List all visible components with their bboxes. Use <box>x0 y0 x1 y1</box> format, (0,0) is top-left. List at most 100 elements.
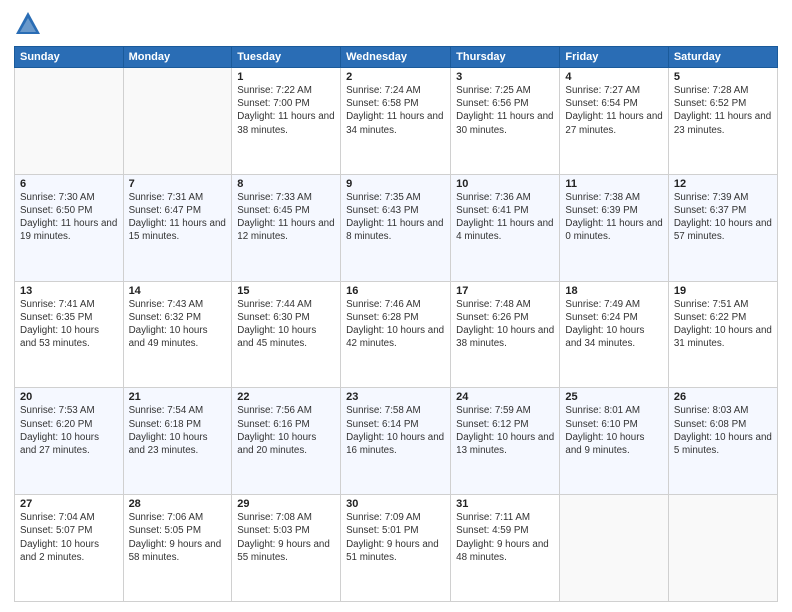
calendar-cell: 19Sunrise: 7:51 AM Sunset: 6:22 PM Dayli… <box>668 281 777 388</box>
day-number: 18 <box>565 285 662 297</box>
day-info: Sunrise: 7:54 AM Sunset: 6:18 PM Dayligh… <box>129 404 227 457</box>
week-row-1: 1Sunrise: 7:22 AM Sunset: 7:00 PM Daylig… <box>15 68 778 175</box>
day-number: 21 <box>129 391 227 403</box>
day-info: Sunrise: 7:28 AM Sunset: 6:52 PM Dayligh… <box>674 84 772 137</box>
day-info: Sunrise: 7:36 AM Sunset: 6:41 PM Dayligh… <box>456 191 554 244</box>
weekday-tuesday: Tuesday <box>232 47 341 68</box>
calendar-cell: 29Sunrise: 7:08 AM Sunset: 5:03 PM Dayli… <box>232 495 341 602</box>
calendar-table: SundayMondayTuesdayWednesdayThursdayFrid… <box>14 46 778 602</box>
calendar-cell <box>15 68 124 175</box>
logo <box>14 10 46 38</box>
day-number: 5 <box>674 71 772 83</box>
day-number: 20 <box>20 391 118 403</box>
day-number: 17 <box>456 285 554 297</box>
day-number: 22 <box>237 391 335 403</box>
day-info: Sunrise: 7:06 AM Sunset: 5:05 PM Dayligh… <box>129 511 227 564</box>
day-number: 25 <box>565 391 662 403</box>
day-info: Sunrise: 7:09 AM Sunset: 5:01 PM Dayligh… <box>346 511 445 564</box>
calendar-cell: 9Sunrise: 7:35 AM Sunset: 6:43 PM Daylig… <box>341 174 451 281</box>
calendar-cell: 20Sunrise: 7:53 AM Sunset: 6:20 PM Dayli… <box>15 388 124 495</box>
calendar-cell: 10Sunrise: 7:36 AM Sunset: 6:41 PM Dayli… <box>451 174 560 281</box>
day-number: 4 <box>565 71 662 83</box>
day-info: Sunrise: 7:46 AM Sunset: 6:28 PM Dayligh… <box>346 298 445 351</box>
day-number: 16 <box>346 285 445 297</box>
calendar-cell: 31Sunrise: 7:11 AM Sunset: 4:59 PM Dayli… <box>451 495 560 602</box>
day-info: Sunrise: 7:25 AM Sunset: 6:56 PM Dayligh… <box>456 84 554 137</box>
day-info: Sunrise: 7:51 AM Sunset: 6:22 PM Dayligh… <box>674 298 772 351</box>
calendar-cell: 15Sunrise: 7:44 AM Sunset: 6:30 PM Dayli… <box>232 281 341 388</box>
day-number: 28 <box>129 498 227 510</box>
calendar-cell: 11Sunrise: 7:38 AM Sunset: 6:39 PM Dayli… <box>560 174 668 281</box>
day-number: 10 <box>456 178 554 190</box>
day-info: Sunrise: 7:35 AM Sunset: 6:43 PM Dayligh… <box>346 191 445 244</box>
day-info: Sunrise: 7:44 AM Sunset: 6:30 PM Dayligh… <box>237 298 335 351</box>
day-info: Sunrise: 7:11 AM Sunset: 4:59 PM Dayligh… <box>456 511 554 564</box>
day-info: Sunrise: 7:24 AM Sunset: 6:58 PM Dayligh… <box>346 84 445 137</box>
day-number: 11 <box>565 178 662 190</box>
day-number: 14 <box>129 285 227 297</box>
day-info: Sunrise: 7:33 AM Sunset: 6:45 PM Dayligh… <box>237 191 335 244</box>
calendar-cell: 2Sunrise: 7:24 AM Sunset: 6:58 PM Daylig… <box>341 68 451 175</box>
day-number: 15 <box>237 285 335 297</box>
day-info: Sunrise: 8:01 AM Sunset: 6:10 PM Dayligh… <box>565 404 662 457</box>
day-number: 7 <box>129 178 227 190</box>
calendar-cell <box>668 495 777 602</box>
weekday-wednesday: Wednesday <box>341 47 451 68</box>
calendar-cell: 21Sunrise: 7:54 AM Sunset: 6:18 PM Dayli… <box>123 388 232 495</box>
weekday-saturday: Saturday <box>668 47 777 68</box>
weekday-thursday: Thursday <box>451 47 560 68</box>
day-number: 31 <box>456 498 554 510</box>
weekday-monday: Monday <box>123 47 232 68</box>
day-number: 12 <box>674 178 772 190</box>
day-info: Sunrise: 7:38 AM Sunset: 6:39 PM Dayligh… <box>565 191 662 244</box>
weekday-friday: Friday <box>560 47 668 68</box>
day-number: 9 <box>346 178 445 190</box>
day-info: Sunrise: 7:39 AM Sunset: 6:37 PM Dayligh… <box>674 191 772 244</box>
day-info: Sunrise: 7:31 AM Sunset: 6:47 PM Dayligh… <box>129 191 227 244</box>
day-info: Sunrise: 7:53 AM Sunset: 6:20 PM Dayligh… <box>20 404 118 457</box>
calendar-cell: 22Sunrise: 7:56 AM Sunset: 6:16 PM Dayli… <box>232 388 341 495</box>
calendar-cell: 7Sunrise: 7:31 AM Sunset: 6:47 PM Daylig… <box>123 174 232 281</box>
day-info: Sunrise: 7:08 AM Sunset: 5:03 PM Dayligh… <box>237 511 335 564</box>
page: SundayMondayTuesdayWednesdayThursdayFrid… <box>0 0 792 612</box>
calendar-cell: 1Sunrise: 7:22 AM Sunset: 7:00 PM Daylig… <box>232 68 341 175</box>
day-number: 30 <box>346 498 445 510</box>
week-row-5: 27Sunrise: 7:04 AM Sunset: 5:07 PM Dayli… <box>15 495 778 602</box>
header <box>14 10 778 38</box>
calendar-cell: 17Sunrise: 7:48 AM Sunset: 6:26 PM Dayli… <box>451 281 560 388</box>
day-info: Sunrise: 7:04 AM Sunset: 5:07 PM Dayligh… <box>20 511 118 564</box>
day-info: Sunrise: 7:56 AM Sunset: 6:16 PM Dayligh… <box>237 404 335 457</box>
calendar-cell: 24Sunrise: 7:59 AM Sunset: 6:12 PM Dayli… <box>451 388 560 495</box>
day-info: Sunrise: 7:22 AM Sunset: 7:00 PM Dayligh… <box>237 84 335 137</box>
calendar-cell: 14Sunrise: 7:43 AM Sunset: 6:32 PM Dayli… <box>123 281 232 388</box>
calendar-cell: 26Sunrise: 8:03 AM Sunset: 6:08 PM Dayli… <box>668 388 777 495</box>
calendar-cell: 3Sunrise: 7:25 AM Sunset: 6:56 PM Daylig… <box>451 68 560 175</box>
day-number: 13 <box>20 285 118 297</box>
calendar-cell: 25Sunrise: 8:01 AM Sunset: 6:10 PM Dayli… <box>560 388 668 495</box>
day-number: 27 <box>20 498 118 510</box>
weekday-sunday: Sunday <box>15 47 124 68</box>
day-info: Sunrise: 7:43 AM Sunset: 6:32 PM Dayligh… <box>129 298 227 351</box>
weekday-header-row: SundayMondayTuesdayWednesdayThursdayFrid… <box>15 47 778 68</box>
day-number: 1 <box>237 71 335 83</box>
day-number: 8 <box>237 178 335 190</box>
day-info: Sunrise: 7:59 AM Sunset: 6:12 PM Dayligh… <box>456 404 554 457</box>
calendar-cell: 4Sunrise: 7:27 AM Sunset: 6:54 PM Daylig… <box>560 68 668 175</box>
calendar-cell: 12Sunrise: 7:39 AM Sunset: 6:37 PM Dayli… <box>668 174 777 281</box>
day-info: Sunrise: 7:49 AM Sunset: 6:24 PM Dayligh… <box>565 298 662 351</box>
calendar-cell: 23Sunrise: 7:58 AM Sunset: 6:14 PM Dayli… <box>341 388 451 495</box>
calendar-cell: 13Sunrise: 7:41 AM Sunset: 6:35 PM Dayli… <box>15 281 124 388</box>
calendar-cell <box>123 68 232 175</box>
calendar-cell: 27Sunrise: 7:04 AM Sunset: 5:07 PM Dayli… <box>15 495 124 602</box>
day-number: 29 <box>237 498 335 510</box>
day-number: 3 <box>456 71 554 83</box>
calendar-cell: 18Sunrise: 7:49 AM Sunset: 6:24 PM Dayli… <box>560 281 668 388</box>
week-row-3: 13Sunrise: 7:41 AM Sunset: 6:35 PM Dayli… <box>15 281 778 388</box>
calendar-cell: 16Sunrise: 7:46 AM Sunset: 6:28 PM Dayli… <box>341 281 451 388</box>
day-info: Sunrise: 7:48 AM Sunset: 6:26 PM Dayligh… <box>456 298 554 351</box>
day-number: 19 <box>674 285 772 297</box>
calendar-cell: 28Sunrise: 7:06 AM Sunset: 5:05 PM Dayli… <box>123 495 232 602</box>
calendar-cell: 6Sunrise: 7:30 AM Sunset: 6:50 PM Daylig… <box>15 174 124 281</box>
day-info: Sunrise: 7:41 AM Sunset: 6:35 PM Dayligh… <box>20 298 118 351</box>
calendar-cell: 5Sunrise: 7:28 AM Sunset: 6:52 PM Daylig… <box>668 68 777 175</box>
